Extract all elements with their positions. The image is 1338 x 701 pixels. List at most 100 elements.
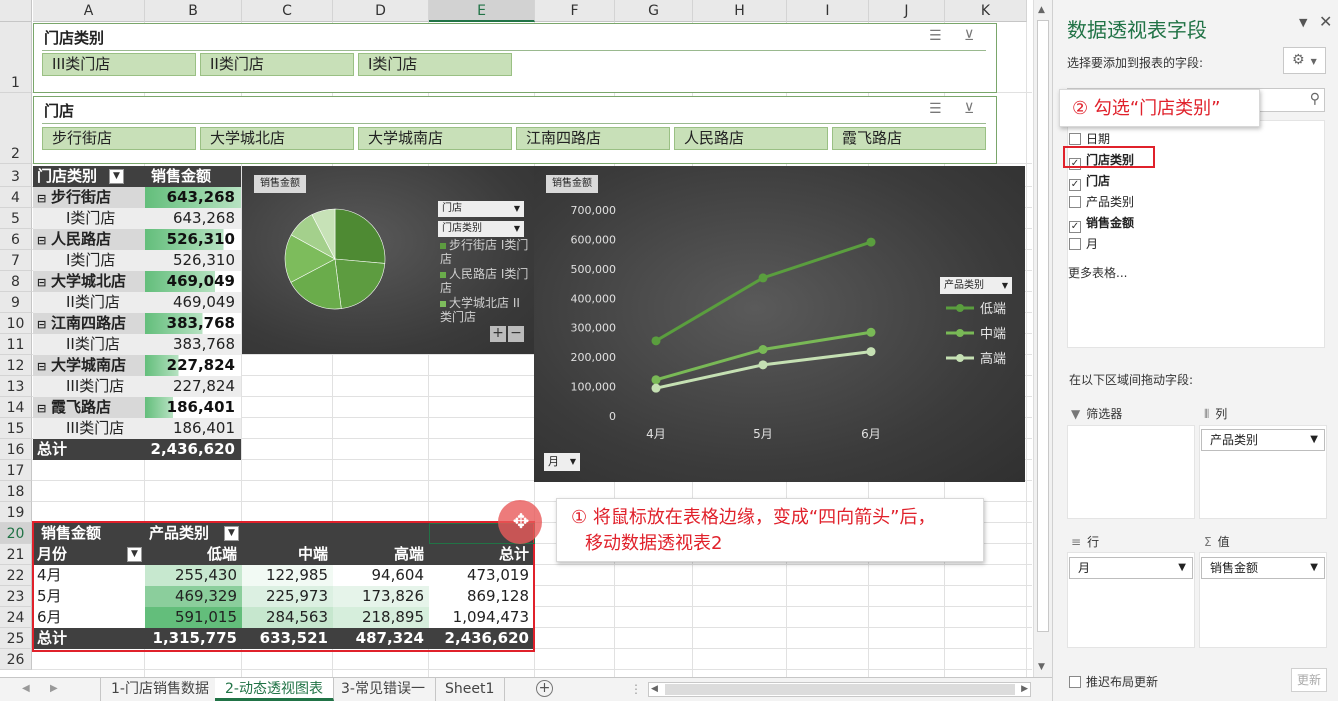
clear-filter-icon[interactable]: ⊻ — [964, 28, 974, 44]
collapse-icon[interactable]: ⊟ — [37, 356, 48, 377]
field-item-5[interactable]: ✓ 销售金额 — [1069, 214, 1134, 233]
slicer-item-iii-store[interactable]: III类门店 — [42, 53, 196, 76]
column-header-c[interactable]: C — [242, 0, 333, 22]
data-point[interactable] — [758, 360, 768, 370]
expand-field-button[interactable]: + — [490, 326, 506, 342]
pivot2-cell[interactable]: 总计 — [33, 628, 145, 649]
column-header-h[interactable]: H — [693, 0, 787, 22]
pivot2-cell[interactable]: 284,563 — [242, 607, 333, 628]
collapse-icon[interactable]: ⊟ — [37, 398, 48, 419]
row-header-15[interactable]: 15 — [0, 418, 32, 439]
row-header-26[interactable]: 26 — [0, 649, 32, 670]
row-header-3[interactable]: 3 — [0, 164, 32, 187]
data-point[interactable] — [866, 327, 876, 337]
pivot1-value-cell[interactable]: 383,768 — [145, 334, 241, 355]
column-header-d[interactable]: D — [333, 0, 429, 22]
pivot1-label-cell[interactable]: ⊟ 江南四路店 — [33, 313, 144, 334]
field-checkbox[interactable] — [1069, 196, 1081, 208]
scroll-down-icon[interactable]: ▼ — [1038, 662, 1045, 672]
collapse-icon[interactable]: ⊟ — [37, 272, 48, 293]
row-header-25[interactable]: 25 — [0, 628, 32, 649]
field-checkbox[interactable]: ✓ — [1069, 221, 1081, 233]
pivot1-value-cell[interactable]: 227,824 — [145, 355, 241, 376]
pivot1-value-cell[interactable]: 186,401 — [145, 397, 241, 418]
pivot1-label-cell[interactable]: ⊟ 人民路店 — [33, 229, 144, 250]
pivot1-row[interactable]: ⊟ 步行街店 643,268 — [33, 187, 241, 208]
pivot1-row[interactable]: ⊟ 霞飞路店 186,401 — [33, 397, 241, 418]
pivot2-data-row[interactable]: 6月 591,015 284,563 218,895 1,094,473 — [33, 607, 534, 628]
rows-field-chip[interactable]: 月 ▼ — [1069, 557, 1193, 579]
values-field-chip[interactable]: 销售金额 ▼ — [1201, 557, 1325, 579]
pivot1-label-cell[interactable]: ⊟ 大学城北店 — [33, 271, 144, 292]
sheet-tab-2[interactable]: 2-动态透视图表 — [215, 678, 334, 701]
row-header-1[interactable]: 1 — [0, 22, 32, 93]
prev-sheet-icon[interactable]: ◀ — [22, 683, 30, 694]
pivot1-value-cell[interactable]: 469,049 — [145, 292, 241, 313]
field-checkbox[interactable] — [1069, 133, 1081, 145]
slicer-item-store-5[interactable]: 人民路店 — [674, 127, 828, 150]
row-header-10[interactable]: 10 — [0, 313, 32, 334]
pivot2-cell[interactable]: 6月 — [33, 607, 145, 628]
collapse-icon[interactable]: ⊟ — [37, 230, 48, 251]
collapse-icon[interactable]: ⊟ — [37, 314, 48, 335]
pivot2-cell[interactable]: 591,015 — [145, 607, 242, 628]
row-header-8[interactable]: 8 — [0, 271, 32, 292]
field-item-1[interactable]: 日期 — [1069, 130, 1110, 147]
scroll-right-icon[interactable]: ▶ — [1021, 684, 1028, 694]
add-sheet-icon[interactable]: + — [536, 680, 553, 697]
pivot2-cell[interactable]: 总计 — [429, 544, 534, 565]
pivot1-label-cell[interactable]: II类门店 — [33, 334, 144, 355]
field-item-4[interactable]: 产品类别 — [1069, 193, 1134, 210]
pivot2-cell[interactable]: 94,604 — [333, 565, 429, 586]
tab-split-handle[interactable]: ⋮ — [630, 682, 642, 696]
data-point[interactable] — [866, 237, 876, 247]
pie-field-button[interactable]: 销售金额 — [254, 175, 306, 193]
settings-gear-button[interactable]: ⚙ ▼ — [1283, 47, 1326, 74]
update-button[interactable]: 更新 — [1291, 668, 1327, 692]
row-header-20[interactable]: 20 — [0, 523, 32, 544]
horizontal-scrollbar[interactable]: ◀ ▶ — [648, 682, 1031, 697]
pivot1-row[interactable]: I类门店 526,310 — [33, 250, 241, 271]
row-header-11[interactable]: 11 — [0, 334, 32, 355]
pivot2-cell[interactable]: 633,521 — [242, 628, 333, 649]
more-tables-link[interactable]: 更多表格... — [1068, 264, 1127, 281]
scroll-left-icon[interactable]: ◀ — [651, 684, 658, 694]
scroll-up-icon[interactable]: ▲ — [1038, 5, 1045, 15]
horizontal-scrollbar-thumb[interactable] — [665, 684, 1015, 695]
slicer-item-i-store[interactable]: I类门店 — [358, 53, 512, 76]
row-header-18[interactable]: 18 — [0, 481, 32, 502]
pivot1-label-cell[interactable]: I类门店 — [33, 208, 144, 229]
pivot1-label-cell[interactable]: III类门店 — [33, 418, 144, 439]
row-header-9[interactable]: 9 — [0, 292, 32, 313]
pie-filter-store-type[interactable]: 门店类别 ▼ — [438, 221, 524, 237]
pie-filter-store[interactable]: 门店 ▼ — [438, 201, 524, 217]
pivot2-cell[interactable]: 487,324 — [333, 628, 429, 649]
pivot1-row[interactable]: ⊟ 大学城北店 469,049 — [33, 271, 241, 292]
slicer-item-store-6[interactable]: 霞飞路店 — [832, 127, 986, 150]
pivot1-row[interactable]: II类门店 469,049 — [33, 292, 241, 313]
column-header-e[interactable]: E — [429, 0, 535, 22]
field-item-6[interactable]: 月 — [1069, 235, 1098, 252]
filter-dropdown-icon[interactable]: ▼ — [109, 169, 125, 184]
slicer-item-store-1[interactable]: 步行街店 — [42, 127, 196, 150]
column-header-b[interactable]: B — [145, 0, 242, 22]
pivot2-cell[interactable]: 1,094,473 — [429, 607, 534, 628]
pivot2-cell[interactable]: 低端 — [145, 544, 242, 565]
filter-dropdown-icon[interactable]: ▼ — [127, 547, 142, 562]
row-header-7[interactable]: 7 — [0, 250, 32, 271]
field-checkbox[interactable] — [1069, 238, 1081, 250]
pivot1-label-cell[interactable]: ⊟ 大学城南店 — [33, 355, 144, 376]
pivot1-row[interactable]: ⊟ 江南四路店 383,768 — [33, 313, 241, 334]
pivot1-row[interactable]: II类门店 383,768 — [33, 334, 241, 355]
pivot2-cell[interactable]: 2,436,620 — [429, 628, 534, 649]
row-header-23[interactable]: 23 — [0, 586, 32, 607]
pivot2-cell[interactable]: 1,315,775 — [145, 628, 242, 649]
pivot2-cell[interactable]: 255,430 — [145, 565, 242, 586]
pivot2-cell[interactable]: 469,329 — [145, 586, 242, 607]
next-sheet-icon[interactable]: ▶ — [50, 683, 58, 694]
columns-field-chip[interactable]: 产品类别 ▼ — [1201, 429, 1325, 451]
vertical-scrollbar[interactable]: ▲ ▼ — [1033, 0, 1052, 677]
axis-field-button[interactable]: 月 ▼ — [544, 453, 580, 471]
clear-filter-icon[interactable]: ⊻ — [964, 101, 974, 117]
pivot2-cell[interactable]: 869,128 — [429, 586, 534, 607]
